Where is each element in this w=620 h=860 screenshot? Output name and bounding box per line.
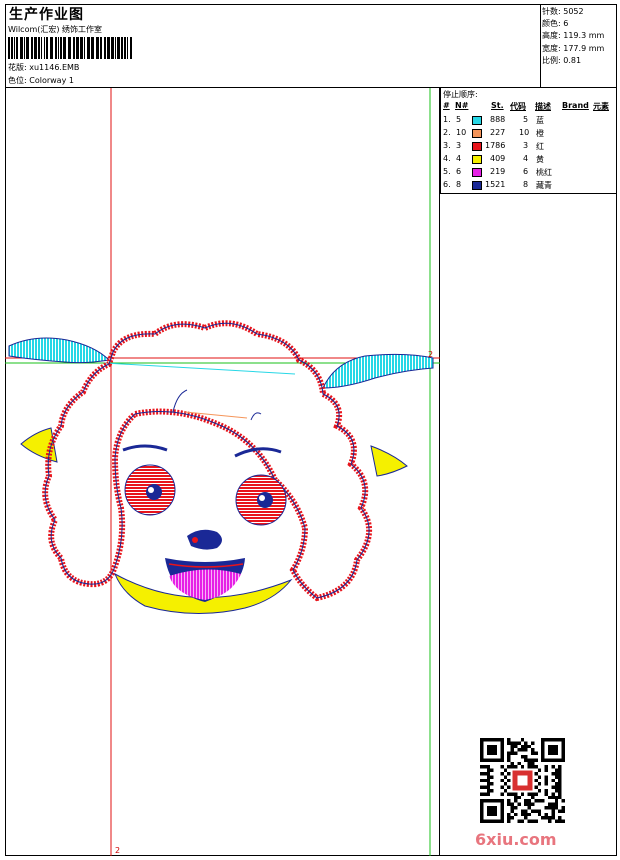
right-horn xyxy=(322,353,434,389)
page-title: 生产作业图 xyxy=(9,7,84,23)
stop-row: 1. 5 888 5 蓝 xyxy=(443,115,544,125)
color-swatch xyxy=(472,142,482,151)
right-ear xyxy=(370,445,408,477)
spec-scale: 比例: 0.81 xyxy=(542,55,582,65)
spec-stitches: 针数: 5052 xyxy=(542,7,584,16)
color-swatch xyxy=(472,116,482,125)
color-swatch xyxy=(472,129,482,138)
left-horn xyxy=(8,337,111,364)
stop-row: 2. 10 227 10 橙 xyxy=(443,128,544,138)
marker-bottom: 2 xyxy=(115,846,121,855)
col-desc: 描述 xyxy=(535,102,551,111)
col-element: 元素 xyxy=(593,102,609,111)
color-swatch xyxy=(472,168,482,177)
design-file: xu1146.EMB xyxy=(29,63,80,72)
hair-strand-left xyxy=(172,389,188,413)
embroidery-design xyxy=(5,88,440,856)
col-brand: Brand xyxy=(562,101,589,110)
company-name: Wilcom(汇宏) 绣饰工作室 xyxy=(8,25,103,34)
col-index: # xyxy=(443,101,450,110)
right-pupil-highlight xyxy=(259,495,265,501)
left-eyebrow xyxy=(122,444,168,452)
design-line: 花版: xu1146.EMB xyxy=(8,62,79,73)
stop-row: 5. 6 219 6 桃红 xyxy=(443,167,552,177)
marker-right: 2 xyxy=(428,350,434,359)
colorway-line: 色位: Colorway 1 xyxy=(8,75,74,86)
left-pupil xyxy=(146,484,162,500)
col-code: 代码 xyxy=(510,102,526,111)
spec-colors: 颜色: 6 xyxy=(542,19,569,29)
col-needle: N# xyxy=(455,101,469,110)
design-area: 2 2 xyxy=(5,88,440,856)
spec-height: 高度: 119.3 mm xyxy=(542,31,605,41)
stop-sequence-panel: 停止顺序: # N# St. 代码 描述 Brand 元素 1. 5 888 5… xyxy=(440,88,617,194)
hair-strand-right xyxy=(250,412,262,421)
color-swatch xyxy=(472,155,482,164)
header-left: 生产作业图 Wilcom(汇宏) 绣饰工作室 花版: xu1146.EMB 色位… xyxy=(5,4,541,88)
qr-code xyxy=(480,738,565,823)
stop-row: 6. 8 1521 8 藏青 xyxy=(443,180,552,190)
left-pupil-highlight xyxy=(148,487,154,493)
col-stitches: St. xyxy=(491,101,504,110)
wool-outline-inner xyxy=(44,322,370,599)
spec-width: 宽度: 177.9 mm xyxy=(542,43,605,53)
right-pupil xyxy=(257,492,273,508)
watermark: 6xiu.com xyxy=(475,830,557,849)
color-swatch xyxy=(472,181,482,190)
stop-row: 3. 3 1786 3 红 xyxy=(443,141,544,151)
wool-outline xyxy=(42,320,372,602)
colorway-value: Colorway 1 xyxy=(29,76,74,85)
colorway-label: 色位: xyxy=(8,76,27,85)
horn-cyan-line xyxy=(104,362,296,375)
stop-row: 4. 4 409 4 黄 xyxy=(443,154,544,164)
design-label: 花版: xyxy=(8,63,27,72)
specs-panel: 针数: 5052 颜色: 6 高度: 119.3 mm 宽度: 177.9 mm… xyxy=(540,4,617,88)
barcode xyxy=(8,37,132,59)
stop-sequence-title: 停止顺序: xyxy=(443,90,478,99)
nose-dot xyxy=(192,537,198,543)
